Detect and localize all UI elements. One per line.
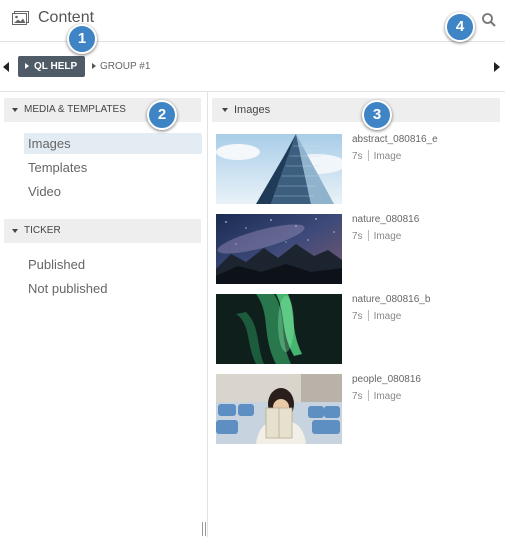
group-chip-label: QL HELP	[34, 61, 78, 72]
media-item-type: Image	[373, 151, 402, 162]
callout-badge-2: 2	[147, 100, 177, 130]
main-panel: Images abstract_080816_e 7s Image nature…	[209, 92, 505, 537]
media-item[interactable]: nature_080816_b 7s Image	[216, 294, 500, 366]
media-item[interactable]: people_080816 7s Image	[216, 374, 500, 446]
group-chip[interactable]: GROUP #1	[92, 56, 150, 77]
image-gallery-icon	[12, 11, 29, 25]
triangle-right-icon	[92, 63, 96, 69]
sidebar: MEDIA & TEMPLATES Images Templates Video…	[0, 92, 208, 537]
media-item-duration: 7s	[352, 391, 363, 402]
media-item-meta: 7s Image	[352, 310, 401, 322]
media-item-name: abstract_080816_e	[352, 134, 438, 145]
sidebar-item-templates[interactable]: Templates	[24, 157, 202, 178]
image-thumbnail[interactable]	[216, 294, 342, 364]
media-item-name: nature_080816	[352, 214, 420, 225]
image-thumbnail[interactable]	[216, 134, 342, 204]
media-item-type: Image	[373, 391, 402, 402]
group-chip-active[interactable]: QL HELP	[18, 56, 86, 77]
media-item-duration: 7s	[352, 231, 363, 242]
media-item[interactable]: abstract_080816_e 7s Image	[216, 134, 500, 206]
sidebar-item-images[interactable]: Images	[24, 133, 202, 154]
callout-badge-3: 3	[362, 100, 392, 130]
section-label: Images	[234, 104, 271, 116]
caret-down-icon	[12, 108, 18, 112]
scroll-left-arrow-icon[interactable]	[3, 62, 9, 72]
section-label: TICKER	[24, 225, 61, 236]
section-label: MEDIA & TEMPLATES	[24, 104, 126, 115]
sidebar-item-not-published[interactable]: Not published	[24, 278, 202, 299]
scroll-right-arrow-icon[interactable]	[494, 62, 500, 72]
sidebar-item-published[interactable]: Published	[24, 254, 202, 275]
images-section-header[interactable]: Images	[212, 98, 500, 122]
group-chip-label: GROUP #1	[100, 61, 151, 72]
media-item-meta: 7s Image	[352, 390, 401, 402]
media-item[interactable]: nature_080816 7s Image	[216, 214, 500, 286]
search-icon[interactable]	[481, 12, 497, 28]
sidebar-item-video[interactable]: Video	[24, 181, 202, 202]
media-item-type: Image	[373, 311, 402, 322]
media-item-meta: 7s Image	[352, 150, 401, 162]
media-item-duration: 7s	[352, 151, 363, 162]
media-item-duration: 7s	[352, 311, 363, 322]
media-item-meta: 7s Image	[352, 230, 401, 242]
resize-handle[interactable]	[201, 522, 207, 536]
triangle-right-icon	[25, 63, 29, 69]
caret-down-icon	[12, 229, 18, 233]
caret-down-icon	[222, 108, 228, 112]
image-thumbnail[interactable]	[216, 374, 342, 444]
image-thumbnail[interactable]	[216, 214, 342, 284]
callout-badge-1: 1	[67, 24, 97, 54]
section-ticker[interactable]: TICKER	[4, 219, 201, 243]
callout-badge-4: 4	[445, 12, 475, 42]
media-item-name: people_080816	[352, 374, 421, 385]
media-item-name: nature_080816_b	[352, 294, 431, 305]
media-item-type: Image	[373, 231, 402, 242]
